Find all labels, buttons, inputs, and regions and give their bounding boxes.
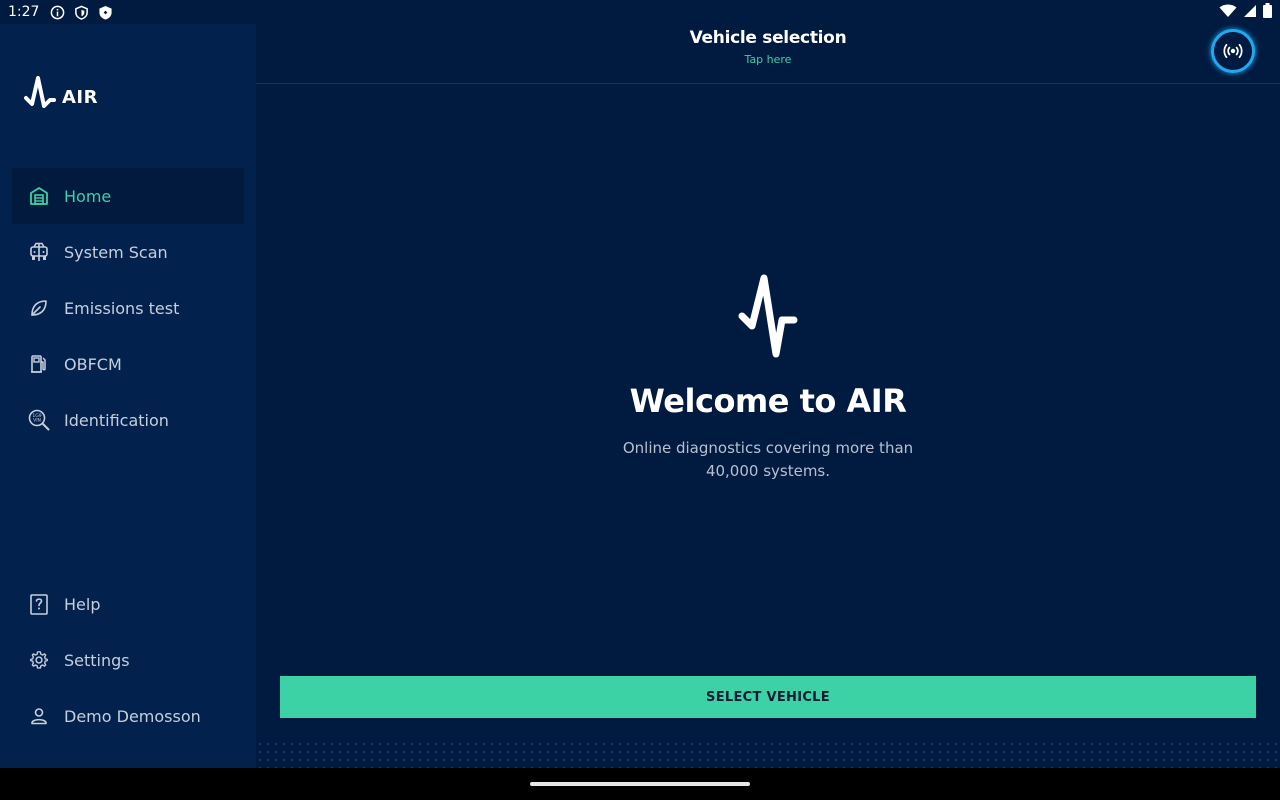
connection-button[interactable] — [1211, 29, 1255, 73]
sidebar-item-label: System Scan — [64, 242, 168, 262]
header-subtitle: Tap here — [744, 53, 792, 66]
welcome-description: Online diagnostics covering more than 40… — [622, 439, 914, 480]
battery-icon — [1263, 3, 1272, 21]
sidebar-item-label: Home — [64, 186, 112, 206]
main-content: Welcome to AIR Online diagnostics coveri… — [256, 84, 1280, 768]
gear-icon — [28, 649, 50, 671]
sidebar-item-label: OBFCM — [64, 354, 122, 374]
app-name: AIR — [62, 86, 98, 108]
shield-outline-icon — [73, 4, 89, 20]
sidebar-item-help[interactable]: Help — [12, 576, 244, 632]
sidebar-item-identification[interactable]: 1G9 VIN Identification — [12, 392, 244, 448]
wifi-icon — [1219, 4, 1237, 21]
status-bar: 1:27 — [0, 0, 1280, 24]
info-icon — [49, 4, 65, 20]
dot-pattern-decoration — [256, 740, 1280, 768]
broadcast-icon — [1223, 43, 1243, 59]
garage-icon — [28, 185, 50, 207]
fuel-pump-icon — [28, 353, 50, 375]
gesture-handle[interactable] — [530, 782, 750, 786]
user-icon — [28, 705, 50, 727]
vin-search-icon: 1G9 VIN — [28, 409, 50, 431]
sidebar-item-emissions-test[interactable]: Emissions test — [12, 280, 244, 336]
sidebar-item-label: Settings — [64, 650, 130, 670]
sidebar-item-label: Demo Demosson — [64, 706, 201, 726]
air-logo-icon — [24, 76, 56, 108]
car-scan-icon — [28, 241, 50, 263]
shield-filled-icon — [97, 4, 113, 20]
sidebar: AIR Home System Scan Emissions test OBFC… — [0, 24, 256, 768]
sidebar-item-user[interactable]: Demo Demosson — [12, 688, 244, 744]
vehicle-selection-header[interactable]: Vehicle selection Tap here — [256, 28, 1280, 66]
header-title: Vehicle selection — [689, 28, 847, 48]
air-hero-logo-icon — [738, 274, 798, 358]
svg-text:VIN: VIN — [33, 418, 41, 424]
help-icon — [28, 593, 50, 615]
header: Vehicle selection Tap here — [256, 24, 1280, 84]
system-navigation-bar — [0, 768, 1280, 800]
sidebar-item-settings[interactable]: Settings — [12, 632, 244, 688]
status-time: 1:27 — [8, 4, 40, 20]
app-logo: AIR — [24, 76, 98, 118]
select-vehicle-label: SELECT VEHICLE — [706, 689, 830, 705]
sidebar-item-label: Identification — [64, 410, 169, 430]
signal-icon — [1243, 4, 1257, 21]
sidebar-item-system-scan[interactable]: System Scan — [12, 224, 244, 280]
welcome-title: Welcome to AIR — [629, 382, 907, 420]
leaf-icon — [28, 297, 50, 319]
select-vehicle-button[interactable]: SELECT VEHICLE — [280, 676, 1256, 718]
sidebar-item-label: Help — [64, 594, 101, 614]
sidebar-item-home[interactable]: Home — [12, 168, 244, 224]
sidebar-item-obfcm[interactable]: OBFCM — [12, 336, 244, 392]
sidebar-item-label: Emissions test — [64, 298, 180, 318]
